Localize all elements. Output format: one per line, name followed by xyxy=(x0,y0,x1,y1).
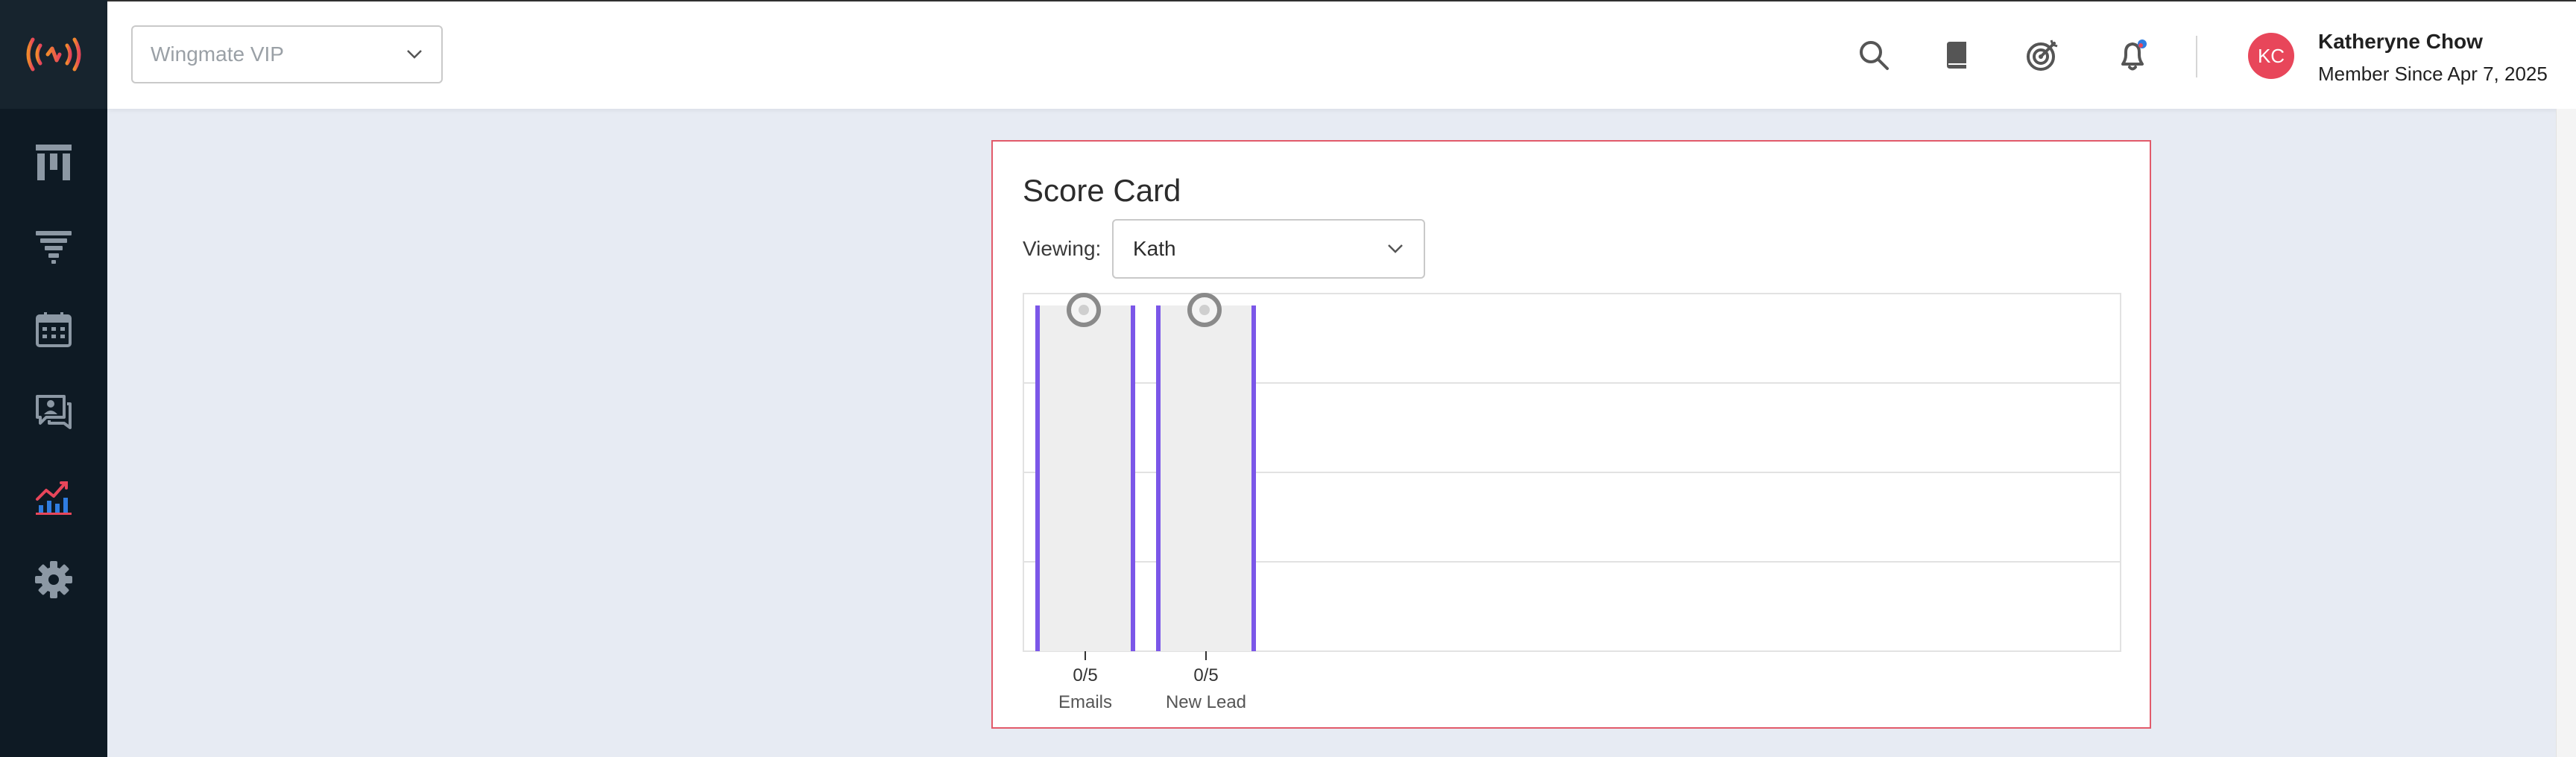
app-logo[interactable] xyxy=(0,0,107,109)
organization-select-value: Wingmate VIP xyxy=(151,42,284,66)
bar-track xyxy=(1038,305,1133,651)
user-member-since: Member Since Apr 7, 2025 xyxy=(2318,63,2548,85)
top-header: Wingmate VIP KC Katheryne Chow Member Si… xyxy=(107,0,2576,109)
bar-value-label: 0/5 xyxy=(1073,665,1097,685)
sidebar-item-settings[interactable] xyxy=(30,556,78,604)
bar-border-right xyxy=(1251,305,1256,651)
broadcast-logo-icon xyxy=(26,37,81,72)
avatar[interactable]: KC xyxy=(2248,33,2294,79)
board-icon xyxy=(36,145,72,180)
bar-progress-center xyxy=(1199,305,1210,315)
bar-border-left xyxy=(1156,305,1161,651)
score-card: Score Card Viewing: Kath 0/5 Emails 0/5 New… xyxy=(991,140,2151,729)
x-tick-label: New Lead xyxy=(1166,692,1246,712)
sidebar-item-funnel[interactable] xyxy=(30,222,78,270)
search-icon xyxy=(1860,41,1889,70)
sidebar-item-calendar[interactable] xyxy=(30,305,78,353)
chevron-down-icon xyxy=(407,50,422,59)
x-tick-label: Emails xyxy=(1058,692,1112,712)
target-icon xyxy=(2027,39,2058,71)
funnel-icon xyxy=(36,231,72,264)
page-scrollbar[interactable] xyxy=(2556,109,2576,757)
notifications-button[interactable] xyxy=(2109,31,2157,79)
analytics-icon xyxy=(36,481,72,515)
sidebar xyxy=(0,0,107,757)
goals-target-button[interactable] xyxy=(2018,31,2066,79)
bar-track xyxy=(1158,305,1254,651)
chevron-down-icon xyxy=(1388,244,1403,253)
sidebar-item-analytics[interactable] xyxy=(30,472,78,520)
book-icon xyxy=(1947,42,1966,69)
search-button[interactable] xyxy=(1850,31,1898,79)
bar-border-left xyxy=(1035,305,1040,651)
viewing-label: Viewing: xyxy=(1023,237,1102,260)
bar-border-right xyxy=(1131,305,1135,651)
organization-select[interactable]: Wingmate VIP xyxy=(131,25,443,83)
sidebar-item-board[interactable] xyxy=(30,139,78,186)
bar-progress-center xyxy=(1079,305,1089,315)
viewing-select-value: Kath xyxy=(1133,237,1176,260)
viewing-select[interactable]: Kath xyxy=(1112,219,1425,279)
knowledge-book-button[interactable] xyxy=(1933,31,1981,79)
bell-icon xyxy=(2121,39,2147,71)
user-name: Katheryne Chow xyxy=(2318,30,2483,53)
calendar-icon xyxy=(36,312,72,347)
avatar-initials: KC xyxy=(2257,44,2285,67)
sidebar-item-conversations[interactable] xyxy=(30,389,78,437)
header-divider xyxy=(2196,36,2197,77)
conversation-icon xyxy=(36,395,72,429)
settings-gear-icon xyxy=(35,561,72,598)
bar-value-label: 0/5 xyxy=(1193,665,1218,685)
score-card-chart: 0/5 Emails 0/5 New Lead xyxy=(1023,293,2121,712)
score-card-title: Score Card xyxy=(1023,173,1181,208)
